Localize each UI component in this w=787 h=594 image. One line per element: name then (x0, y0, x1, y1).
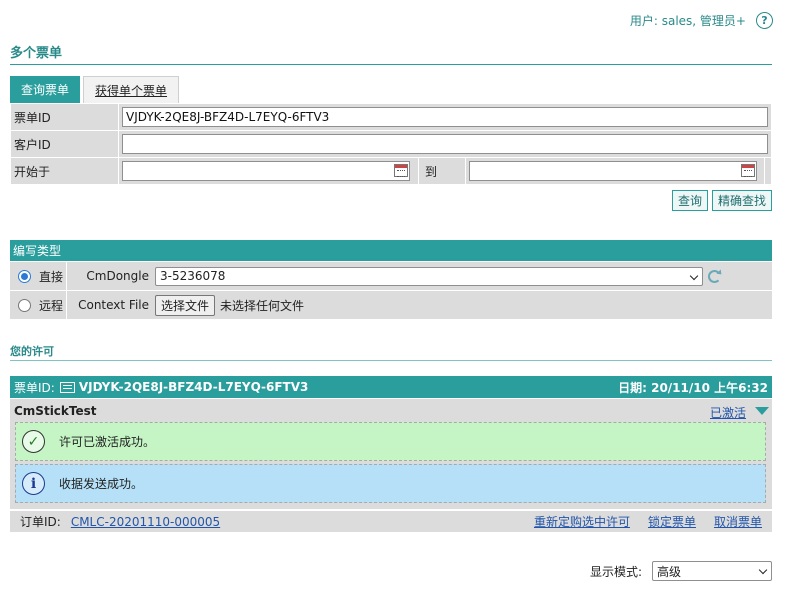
refresh-icon[interactable] (708, 269, 721, 283)
license-panel: CmStickTest 已激活 ✓ 许可已激活成功。 i 收据发送成功。 (10, 399, 772, 509)
cmdongle-label: CmDongle (86, 269, 149, 283)
order-bar: 订单ID: CMLC-20201110-000005 重新定购选中许可 锁定票单… (10, 511, 772, 532)
product-name: CmStickTest (14, 404, 97, 418)
customer-id-label: 客户ID (10, 130, 119, 158)
cancel-ticket-link[interactable]: 取消票单 (714, 513, 762, 530)
write-type-direct-row: 直接 CmDongle 3-5236078 (10, 262, 772, 290)
success-message-text: 许可已激活成功。 (59, 435, 156, 449)
ticket-label: 票单ID: (14, 380, 55, 395)
ticket-value: VJDYK-2QE8J-BFZ4D-L7EYQ-6FTV3 (78, 380, 309, 394)
query-actions: 查询 精确查找 (671, 190, 772, 211)
licenses-title: 您的许可 (10, 343, 772, 361)
top-bar: 用户: sales, 管理员+ ? (630, 12, 773, 29)
calendar-icon[interactable] (741, 164, 755, 177)
chevron-down-icon (689, 271, 699, 280)
display-mode-value: 高级 (657, 564, 682, 579)
check-circle-icon: ✓ (22, 430, 45, 453)
display-mode: 显示模式: 高级 (590, 561, 772, 581)
order-id-link[interactable]: CMLC-20201110-000005 (71, 515, 220, 529)
triangle-down-icon[interactable] (755, 407, 769, 415)
success-message: ✓ 许可已激活成功。 (15, 422, 766, 461)
help-icon[interactable]: ? (756, 12, 773, 29)
calendar-icon[interactable] (394, 164, 408, 177)
cmdongle-value: 3-5236078 (160, 269, 226, 283)
order-actions: 重新定购选中许可 锁定票单 取消票单 (534, 513, 762, 530)
reorder-link[interactable]: 重新定购选中许可 (534, 513, 630, 530)
ticket-id-label: 票单ID (10, 103, 119, 131)
ticket-date: 日期: 20/11/10 上午6:32 (618, 380, 768, 395)
exact-search-button[interactable]: 精确查找 (711, 190, 772, 211)
page-title: 多个票单 (10, 42, 772, 65)
info-message: i 收据发送成功。 (15, 464, 766, 503)
remote-label: 远程 (39, 298, 64, 313)
no-file-text: 未选择任何文件 (220, 298, 305, 313)
chevron-down-icon (758, 565, 768, 575)
cmdongle-select[interactable]: 3-5236078 (155, 266, 703, 286)
choose-file-button[interactable]: 选择文件 (155, 294, 216, 316)
lock-ticket-link[interactable]: 锁定票单 (648, 513, 696, 530)
direct-radio[interactable] (18, 269, 31, 283)
activated-status-link[interactable]: 已激活 (710, 404, 746, 421)
query-form: 票单ID 客户ID 开始于 到 (10, 103, 772, 185)
info-message-text: 收据发送成功。 (59, 477, 144, 491)
context-file-label: Context File (78, 298, 149, 312)
ticket-id-input[interactable] (122, 107, 768, 127)
start-date-label: 开始于 (10, 157, 119, 185)
ticket-icon (59, 381, 75, 393)
end-date-label: 到 (418, 157, 466, 185)
tab-bar: 查询票单 获得单个票单 (10, 76, 180, 103)
start-date-input[interactable] (122, 161, 410, 181)
remote-radio[interactable] (18, 298, 31, 312)
user-info[interactable]: 用户: sales, 管理员+ (630, 12, 746, 29)
order-label: 订单ID: (20, 515, 61, 529)
tab-query-tickets[interactable]: 查询票单 (10, 76, 81, 103)
end-date-input[interactable] (469, 161, 757, 181)
search-button[interactable]: 查询 (671, 190, 708, 211)
info-circle-icon: i (22, 472, 45, 495)
write-type-remote-row: 远程 Context File 选择文件 未选择任何文件 (10, 291, 772, 319)
direct-label: 直接 (39, 269, 64, 284)
display-mode-label: 显示模式: (589, 564, 642, 579)
license-ticket-header: 票单ID: VJDYK-2QE8J-BFZ4D-L7EYQ-6FTV3 日期: … (10, 376, 772, 398)
tab-get-single-ticket[interactable]: 获得单个票单 (83, 76, 180, 103)
display-mode-select[interactable]: 高级 (652, 561, 772, 581)
write-type-header: 编写类型 (10, 240, 772, 261)
customer-id-input[interactable] (122, 134, 768, 154)
